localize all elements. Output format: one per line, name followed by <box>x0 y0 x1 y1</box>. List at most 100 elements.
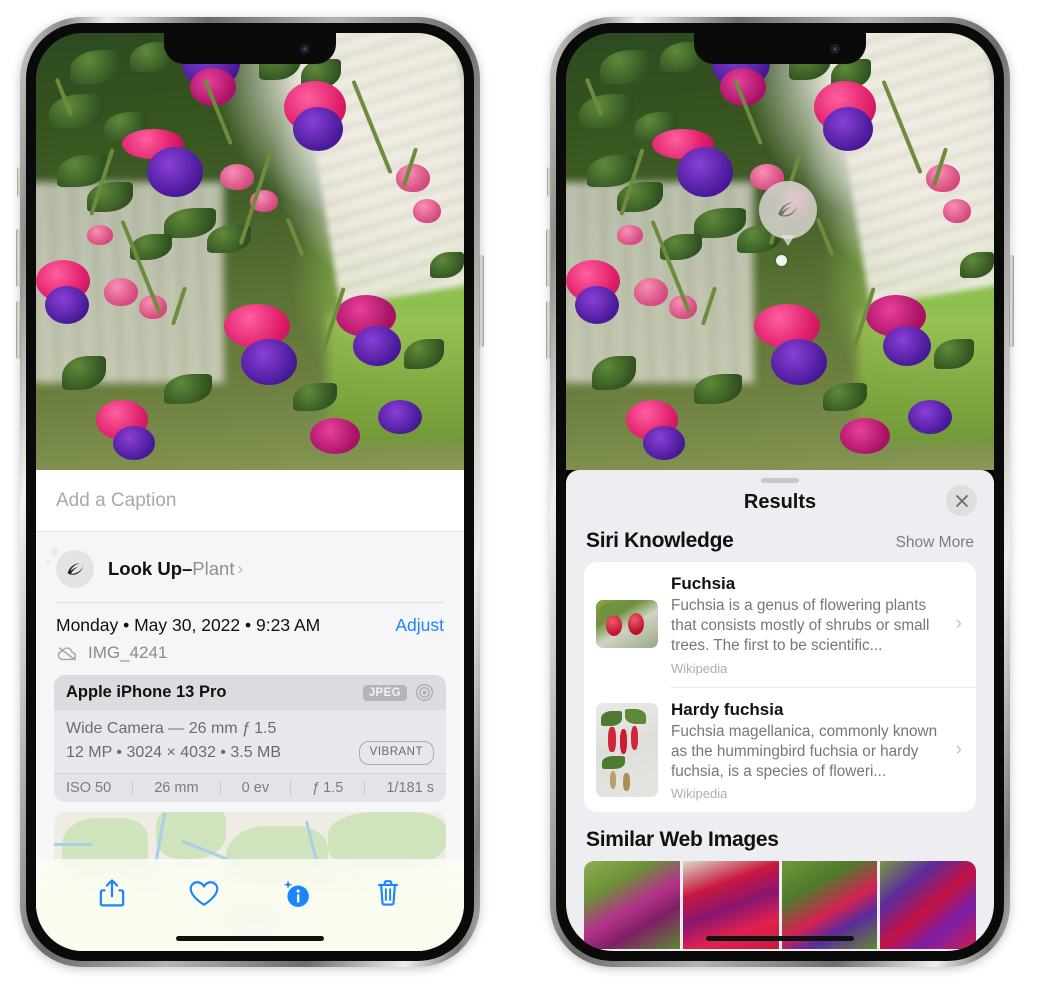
flower-bloom <box>147 146 204 197</box>
delete-button[interactable] <box>368 873 408 913</box>
iphone-left: Add a Caption ✦ ✦ Look Up – Plant › Mond… <box>16 17 484 967</box>
volume-up-button[interactable] <box>16 229 21 287</box>
sparkle-small-icon: ✦ <box>44 558 53 569</box>
leaf-icon <box>778 201 798 217</box>
date-row: Monday • May 30, 2022 • 9:23 AM Adjust <box>36 603 464 640</box>
format-badge: JPEG <box>362 684 407 701</box>
photo-viewer[interactable] <box>566 33 994 470</box>
trash-icon <box>377 880 399 906</box>
chevron-right-icon: › <box>955 738 962 760</box>
power-button[interactable] <box>1009 255 1014 347</box>
power-button[interactable] <box>479 255 484 347</box>
card-text: Hardy fuchsia Fuchsia magellanica, commo… <box>671 699 943 802</box>
lens-info: Wide Camera — 26 mm ƒ 1.5 <box>66 720 277 737</box>
exif-stat: 26 mm <box>154 780 199 796</box>
phone-bezel: Results Siri Knowledge Show More Fuchsia… <box>556 23 1004 961</box>
siri-knowledge-header: Siri Knowledge Show More <box>566 527 994 562</box>
share-button[interactable] <box>92 873 132 913</box>
flower-bloom <box>839 417 890 454</box>
flower-bud <box>412 199 441 224</box>
file-name: IMG_4241 <box>88 643 168 662</box>
show-more-link[interactable]: Show More <box>896 534 974 552</box>
home-indicator[interactable] <box>176 936 324 941</box>
exif-stat: ƒ 1.5 <box>312 780 344 796</box>
mute-switch[interactable] <box>547 167 551 197</box>
front-camera-icon <box>830 44 840 54</box>
file-row: IMG_4241 <box>36 640 464 675</box>
flower-bud <box>395 164 430 193</box>
phone-screen-right: Results Siri Knowledge Show More Fuchsia… <box>566 33 994 951</box>
similar-images-header: Similar Web Images <box>566 812 994 861</box>
heart-icon <box>189 880 219 906</box>
flower-bud <box>104 277 139 306</box>
stat-separator <box>219 781 221 795</box>
volume-up-button[interactable] <box>546 229 551 287</box>
chevron-right-icon: › <box>237 559 244 578</box>
exif-card[interactable]: Apple iPhone 13 Pro JPEG Wide Camera — 2… <box>54 675 446 802</box>
knowledge-card[interactable]: Fuchsia Fuchsia is a genus of flowering … <box>584 562 976 687</box>
exif-stats-row: ISO 50 26 mm 0 ev ƒ 1.5 1/181 s <box>54 773 446 802</box>
iphone-right: Results Siri Knowledge Show More Fuchsia… <box>546 17 1014 967</box>
card-title: Hardy fuchsia <box>671 699 784 719</box>
aperture-icon <box>415 683 434 702</box>
size-info: 12 MP • 3024 × 4032 • 3.5 MB <box>66 744 282 761</box>
exif-section: Apple iPhone 13 Pro JPEG Wide Camera — 2… <box>36 675 464 812</box>
exif-body: Wide Camera — 26 mm ƒ 1.5 12 MP • 3024 ×… <box>54 710 446 773</box>
lookup-block: ✦ ✦ Look Up – Plant › <box>36 532 464 603</box>
flower-bloom <box>771 338 828 385</box>
notch <box>694 33 866 64</box>
card-source: Wikipedia <box>671 786 728 802</box>
chevron-right-icon: › <box>955 613 962 635</box>
exif-stat: 1/181 s <box>386 780 434 796</box>
caption-field[interactable]: Add a Caption <box>36 470 464 532</box>
camera-model: Apple iPhone 13 Pro <box>66 683 227 701</box>
flower-bloom <box>309 417 360 454</box>
exif-stat: ISO 50 <box>66 780 112 796</box>
volume-down-button[interactable] <box>546 301 551 359</box>
flower-bud <box>220 164 255 191</box>
front-camera-icon <box>300 44 310 54</box>
knowledge-card[interactable]: Hardy fuchsia Fuchsia magellanica, commo… <box>584 688 976 813</box>
look-up-row[interactable]: ✦ ✦ Look Up – Plant › <box>36 540 464 602</box>
share-icon <box>99 879 125 907</box>
visual-lookup-badge[interactable] <box>759 181 817 246</box>
photo-info-sheet: Add a Caption ✦ ✦ Look Up – Plant › Mond… <box>36 470 464 951</box>
cloud-slash-icon <box>57 646 77 661</box>
style-badge: VIBRANT <box>358 741 434 765</box>
flower-bud <box>942 199 971 224</box>
info-sparkle-icon <box>283 880 309 907</box>
photo-viewer[interactable] <box>36 33 464 470</box>
screenshot-stage: Add a Caption ✦ ✦ Look Up – Plant › Mond… <box>0 0 1055 985</box>
flower-bud <box>617 225 644 246</box>
home-indicator[interactable] <box>706 936 854 941</box>
adjust-link[interactable]: Adjust <box>395 615 444 636</box>
phone-screen-left: Add a Caption ✦ ✦ Look Up – Plant › Mond… <box>36 33 464 951</box>
badge-anchor-dot <box>776 255 787 266</box>
card-thumbnail <box>596 702 658 797</box>
stat-separator <box>290 781 292 795</box>
close-button[interactable] <box>946 485 977 516</box>
stat-separator <box>132 781 134 795</box>
phone-bezel: Add a Caption ✦ ✦ Look Up – Plant › Mond… <box>26 23 474 961</box>
favorite-button[interactable] <box>184 873 224 913</box>
sheet-title: Results <box>743 491 817 513</box>
section-title: Similar Web Images <box>586 828 779 852</box>
flower-bloom <box>574 286 619 325</box>
flower-bud <box>925 164 960 193</box>
mute-switch[interactable] <box>17 167 21 197</box>
flower-bloom <box>292 107 343 152</box>
flower-bud <box>634 277 669 306</box>
results-sheet: Results Siri Knowledge Show More Fuchsia… <box>566 470 994 951</box>
badge-pointer <box>781 235 795 246</box>
web-image-4[interactable] <box>880 861 976 950</box>
look-up-subject: Plant <box>192 558 235 579</box>
close-icon <box>955 494 968 507</box>
caption-placeholder: Add a Caption <box>56 489 177 511</box>
section-title: Siri Knowledge <box>586 529 734 552</box>
notch <box>164 33 336 64</box>
card-description: Fuchsia is a genus of flowering plants t… <box>671 597 930 655</box>
volume-down-button[interactable] <box>16 301 21 359</box>
info-button[interactable] <box>276 873 316 913</box>
flower-bloom <box>882 325 931 366</box>
web-image-1[interactable] <box>584 861 680 950</box>
